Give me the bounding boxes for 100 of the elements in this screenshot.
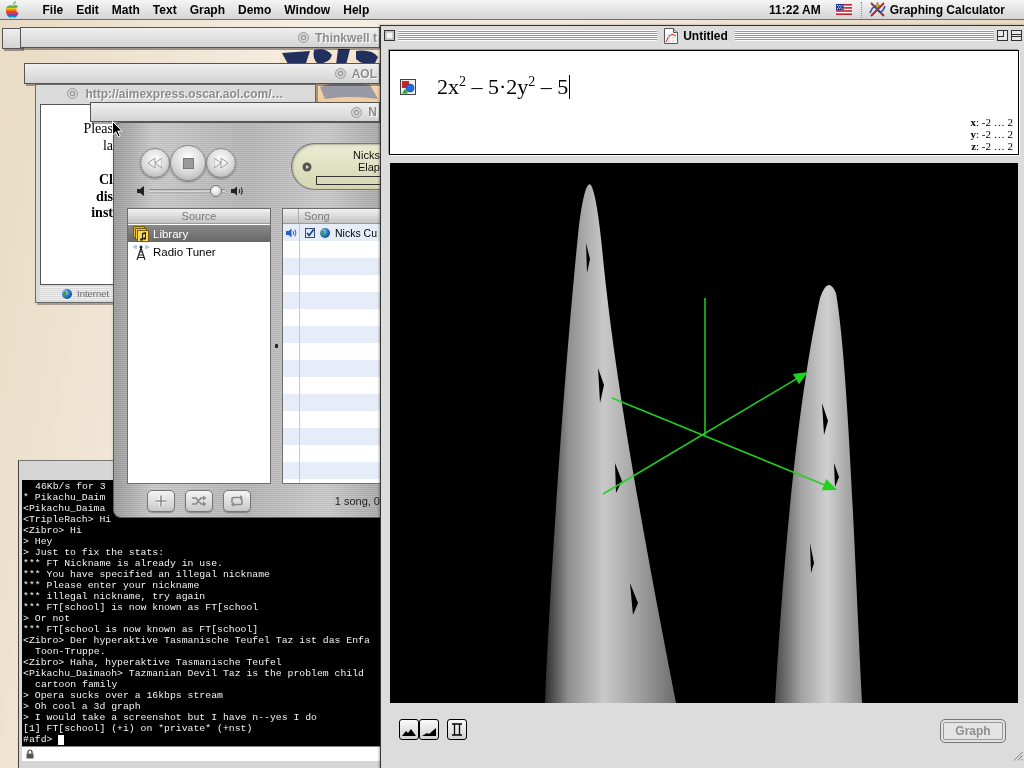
document-icon	[664, 27, 679, 44]
terminal-line: * Pikachu_Daim	[23, 492, 106, 503]
fast-forward-icon	[214, 158, 228, 168]
add-button[interactable]	[147, 489, 175, 512]
toolbar-button[interactable]	[447, 719, 467, 740]
repeat-button[interactable]	[223, 489, 251, 512]
terminal-line: *** FT[school] is now known as FT[school	[23, 602, 259, 613]
ibeam-icon	[451, 723, 463, 736]
toolbar-button[interactable]	[399, 719, 419, 740]
status-text: 1 song, 0	[334, 494, 380, 507]
lock-icon	[26, 749, 34, 759]
page-text: Pleas	[83, 121, 113, 138]
terminal-line: > Just to fix the stats:	[23, 547, 165, 558]
terminal-line: [1] FT[school] (+i) on *private* (+nst)	[23, 723, 253, 734]
ring-icon	[67, 88, 79, 99]
globe-icon	[320, 227, 330, 238]
equation-text: 2x$^{2}$ – 5·2y$^{2}$ – 5	[437, 74, 569, 100]
terminal-line: cartoon family	[35, 679, 118, 690]
play-circle-icon[interactable]	[302, 161, 312, 172]
display-text: Elap	[357, 160, 380, 173]
shuffle-icon	[191, 494, 207, 507]
menu-item[interactable]: Demo	[231, 2, 278, 17]
terminal-line: <Pikachu_Daimaoh> Tazmanian Devil Taz is the problem child	[23, 668, 364, 679]
display-text: Nicks	[353, 148, 380, 161]
progress-track[interactable]	[316, 175, 380, 185]
terminal-line: > Oh cool a 3d graph	[23, 701, 141, 712]
menu-item[interactable]: Graph	[183, 2, 232, 17]
page-text: inst	[91, 205, 113, 222]
menu-item[interactable]: Window	[277, 2, 337, 17]
ring-icon	[334, 68, 346, 79]
range-text: x: -2 … 2	[970, 116, 1013, 128]
terminal-line: > Opera sucks over a 16kbps stream	[23, 690, 223, 701]
shaded-window[interactable]	[2, 28, 22, 49]
music-folder-icon	[133, 225, 149, 242]
pointer-icon	[112, 121, 123, 138]
slope-icon	[422, 728, 436, 736]
rewind-icon	[148, 158, 162, 168]
terminal-line: 46Kb/s for 3	[35, 481, 106, 492]
flag-icon[interactable]	[835, 4, 852, 15]
collapse-button[interactable]	[1011, 30, 1022, 41]
page-text: dis	[95, 188, 113, 205]
title-bar[interactable]: Untitled	[381, 27, 1024, 44]
terminal-line: Toon-Truppe.	[35, 646, 106, 657]
menu-item[interactable]: File	[36, 2, 70, 17]
close-button[interactable]	[384, 30, 395, 41]
terminal-line: <Zibro> Hi	[23, 525, 82, 536]
menu-item[interactable]: Edit	[69, 2, 106, 17]
terminal-line: *** FT[school is now known as FT[school]	[23, 624, 259, 635]
ring-icon	[298, 32, 309, 43]
window-title: AOL	[351, 66, 377, 81]
terminal-line: <Pikachu_Daima	[23, 503, 106, 514]
terminal-line: *** Please enter your nickname	[23, 580, 200, 591]
toolbar-button[interactable]	[419, 719, 439, 740]
resize-grip-icon[interactable]	[1013, 751, 1023, 761]
terminal-line: > I would take a screenshot but I have n--yes I do	[23, 712, 317, 723]
mountain-icon	[402, 728, 416, 736]
speaker-low-icon	[137, 186, 144, 196]
ring-icon	[351, 106, 363, 118]
range-text: z: -2 … 2	[971, 140, 1013, 152]
terminal-line: *** illegal nickname, try again	[23, 591, 206, 602]
window-title: http://aimexpress.oscar.aol.com/…	[85, 86, 284, 101]
terminal-line: > Or not	[23, 613, 71, 624]
terminal-line: *** FT Nickname is already in use.	[23, 558, 223, 569]
shapes-icon[interactable]	[400, 79, 416, 95]
terminal-line: *** You have specified an illegal nickname	[23, 569, 270, 580]
terminal-line: > Hey	[23, 536, 53, 547]
splitter-handle[interactable]	[275, 344, 278, 348]
range-text: y: -2 … 2	[970, 128, 1013, 140]
terminal-line: <Zibro> Haha, hyperaktive Tasmanische Teufel	[23, 657, 282, 668]
speaker-loud-icon	[231, 186, 243, 196]
shuffle-button[interactable]	[185, 489, 213, 512]
stop-icon	[182, 157, 194, 169]
menu-item[interactable]: Text	[146, 2, 184, 17]
source-item[interactable]: Library	[128, 225, 270, 242]
page-text: la	[102, 137, 113, 154]
menu-item[interactable]: Math	[105, 2, 147, 17]
antenna-icon	[133, 243, 149, 260]
app-icon	[868, 1, 886, 18]
repeat-icon	[229, 494, 245, 507]
source-item[interactable]: Radio Tuner	[128, 243, 270, 260]
zoom-button[interactable]	[997, 30, 1008, 41]
globe-icon	[62, 288, 72, 299]
window-title: Untitled	[683, 28, 728, 43]
song-title: Nicks Cu	[335, 226, 377, 239]
plot-area[interactable]	[390, 163, 1018, 703]
clock-text[interactable]: 11:22 AM	[769, 2, 821, 17]
status-text: Internet	[77, 288, 110, 299]
terminal-line: <TripleRach> Hi	[23, 514, 112, 525]
checkbox[interactable]	[305, 227, 315, 238]
window-title: N	[368, 105, 377, 119]
application-menu[interactable]: Graphing Calculator	[868, 1, 1005, 18]
page-text: Cl	[99, 172, 113, 189]
window-title: Thinkwell t	[315, 30, 377, 45]
text-caret-icon	[569, 75, 571, 99]
terminal-line: <Zibro> Der hyperaktive Tasmanische Teufel Taz ist das Enfa	[23, 635, 370, 646]
plus-icon	[153, 494, 169, 507]
terminal-prompt: #afd>	[23, 734, 53, 745]
apple-icon[interactable]	[5, 1, 20, 18]
equation-field[interactable]: 2x$^{2}$ – 5·2y$^{2}$ – 5 x: -2 … 2 y: -2 … 2 z: -2 … 2	[389, 50, 1019, 155]
menu-item[interactable]: Help	[336, 2, 376, 17]
